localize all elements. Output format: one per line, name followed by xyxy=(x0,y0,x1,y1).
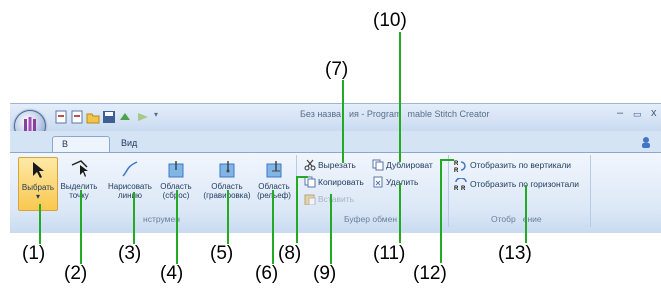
callout-line-2 xyxy=(80,190,82,264)
duplicate-button[interactable]: Дублироват xyxy=(372,158,433,172)
callout-line-12-h xyxy=(440,159,454,161)
delete-label: Удалить xyxy=(386,177,419,187)
callout-12: (12) xyxy=(413,263,447,284)
group-label-clipboard: Буфер обмен xyxy=(344,214,398,224)
copy-label: Копировать xyxy=(318,177,364,187)
callout-line-10 xyxy=(399,32,401,162)
delete-icon xyxy=(373,176,383,188)
region-reset-icon xyxy=(168,161,184,178)
maximize-button[interactable]: ▭ xyxy=(633,109,642,120)
tab-view[interactable]: Вид xyxy=(112,136,150,153)
draw-line-button[interactable]: Нарисовать линию xyxy=(106,157,154,207)
paste-label: Вставить xyxy=(318,194,355,204)
close-button[interactable]: x xyxy=(651,107,657,119)
duplicate-label: Дублироват xyxy=(386,160,433,170)
svg-text:R: R xyxy=(454,161,459,167)
callout-line-1 xyxy=(39,204,41,244)
callout-line-9 xyxy=(330,194,332,264)
region-relief-button[interactable]: Область (рельеф) xyxy=(254,157,294,207)
region-relief-label-1: Область xyxy=(258,182,290,191)
group-label-display-part: Отобр xyxy=(491,214,516,224)
group-label-tools: нструмен xyxy=(143,214,180,224)
callout-line-8 xyxy=(296,177,298,243)
new-window-icon[interactable] xyxy=(70,110,84,124)
group-label-display: Отобр ение xyxy=(491,214,542,224)
open-folder-icon[interactable] xyxy=(86,110,100,124)
point-select-icon xyxy=(71,160,88,177)
callout-1: (1) xyxy=(22,243,46,264)
callout-10: (10) xyxy=(373,10,407,31)
callout-line-13 xyxy=(525,185,527,243)
callout-line-5 xyxy=(227,190,229,244)
duplicate-icon xyxy=(372,159,384,171)
callout-line-8-h xyxy=(296,176,308,178)
callout-7: (7) xyxy=(325,59,349,80)
new-file-icon[interactable] xyxy=(54,110,68,124)
select-label: Выбрать xyxy=(21,183,55,192)
callout-line-12 xyxy=(440,160,442,263)
group-separator xyxy=(590,155,591,227)
window-title: Без назва ия - Program mable Stitch Creato… xyxy=(300,109,490,119)
window-title-part: Без назва xyxy=(300,109,342,119)
callout-2: (2) xyxy=(64,263,88,284)
draw-line-icon xyxy=(122,161,138,177)
callout-line-4 xyxy=(176,190,178,264)
callout-11: (11) xyxy=(373,243,406,264)
callout-line-3 xyxy=(133,192,135,244)
callout-3: (3) xyxy=(118,243,142,264)
flip-vertical-button[interactable]: RR Отобразить по вертикали xyxy=(454,158,571,172)
window-title-part: mable Stitch Creator xyxy=(407,109,490,119)
callout-line-7 xyxy=(342,80,344,163)
callout-line-11 xyxy=(399,183,401,243)
callout-line-6 xyxy=(272,190,274,264)
draw-line-label-2: линию xyxy=(117,191,143,200)
help-user-icon[interactable] xyxy=(640,135,652,148)
select-point-button[interactable]: Выделить точку xyxy=(58,157,100,207)
draw-line-label-1: Нарисовать xyxy=(108,182,152,191)
undo-icon[interactable] xyxy=(118,110,132,124)
svg-text:R: R xyxy=(461,186,466,191)
flip-vertical-icon: RR xyxy=(454,161,466,172)
callout-8: (8) xyxy=(278,243,302,264)
arrow-cursor-icon xyxy=(33,162,44,178)
flip-vertical-label: Отобразить по вертикали xyxy=(470,160,572,170)
paste-icon xyxy=(304,194,316,205)
region-relief-icon xyxy=(266,161,282,178)
tab-home[interactable]: В начало xyxy=(52,136,110,159)
callout-9: (9) xyxy=(313,263,337,284)
select-point-label-2: точку xyxy=(69,191,89,200)
callout-4: (4) xyxy=(160,263,184,284)
delete-button[interactable]: Удалить xyxy=(372,175,418,189)
flip-horizontal-button[interactable]: RR Отобразить по горизонтали xyxy=(454,177,579,191)
window-title-part: ия - Program xyxy=(349,109,402,119)
region-engrave-icon xyxy=(219,161,235,178)
qat-customize-icon[interactable]: ▾ xyxy=(154,110,158,119)
redo-icon[interactable] xyxy=(136,110,150,124)
callout-6: (6) xyxy=(255,263,279,284)
flip-horizontal-icon: RR xyxy=(454,177,467,191)
svg-text:R: R xyxy=(454,186,459,191)
copy-button[interactable]: Копировать xyxy=(304,175,364,189)
save-icon[interactable] xyxy=(102,110,116,124)
callout-13: (13) xyxy=(498,243,532,264)
select-dropdown-arrow: ▾ xyxy=(35,192,40,201)
select-point-label-1: Выделить xyxy=(60,182,98,191)
callout-5: (5) xyxy=(210,243,234,264)
svg-text:R: R xyxy=(454,168,459,172)
scissors-icon xyxy=(304,159,316,171)
cut-button[interactable]: Вырезать xyxy=(304,158,356,172)
cut-label: Вырезать xyxy=(318,160,356,170)
group-separator xyxy=(448,155,449,227)
select-button[interactable]: Выбрать ▾ xyxy=(18,157,58,211)
minimize-button[interactable]: – xyxy=(617,107,623,119)
